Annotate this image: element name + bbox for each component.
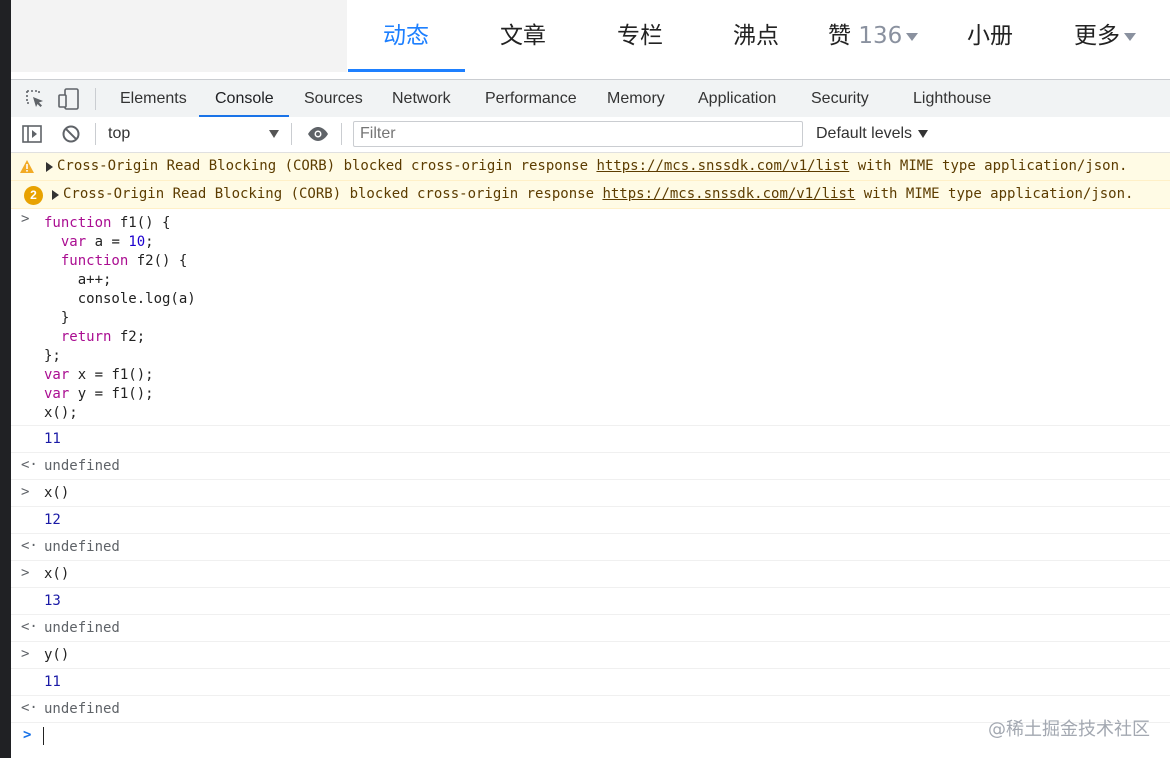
result-arrow-icon: <·	[21, 538, 38, 554]
devtools-tabbar: Elements Console Sources Network Perform…	[11, 79, 1170, 119]
context-label: top	[108, 125, 131, 142]
console-input-entry: > y()	[11, 642, 1170, 669]
console-log-entry: 13	[11, 588, 1170, 615]
input-chevron-icon: >	[21, 484, 30, 500]
log-value: 11	[44, 431, 61, 447]
nav-item-booklets[interactable]: 小册	[967, 0, 1013, 72]
warning-link[interactable]: https://mcs.snssdk.com/v1/list	[596, 158, 849, 174]
expand-arrow-icon[interactable]	[52, 190, 59, 200]
dropdown-arrow-icon	[269, 130, 279, 138]
tab-security[interactable]: Security	[811, 80, 869, 118]
tab-memory[interactable]: Memory	[607, 80, 665, 118]
tab-lighthouse[interactable]: Lighthouse	[913, 80, 991, 118]
tab-sources[interactable]: Sources	[304, 80, 363, 118]
log-levels-dropdown[interactable]: Default levels	[816, 121, 929, 147]
input-chevron-icon: >	[21, 646, 30, 662]
warning-text: Cross-Origin Read Blocking (CORB) blocke…	[63, 186, 603, 202]
nav-likes-count: 136	[858, 23, 903, 49]
site-nav: 动态 文章 专栏 沸点 赞 136 小册 更多	[11, 0, 1170, 72]
eye-icon[interactable]	[307, 126, 329, 147]
console-log-entry: 12	[11, 507, 1170, 534]
result-value: undefined	[44, 539, 120, 555]
device-toolbar-icon[interactable]	[57, 87, 81, 116]
tab-console[interactable]: Console	[215, 80, 274, 118]
console-result-entry: <· undefined	[11, 615, 1170, 642]
nav-active-underline	[348, 69, 465, 72]
nav-more-label: 更多	[1074, 23, 1120, 49]
warning-tail: with MIME type application/json.	[849, 158, 1128, 174]
tab-application[interactable]: Application	[698, 80, 776, 118]
tab-elements[interactable]: Elements	[120, 80, 187, 118]
console-result-entry: <· undefined	[11, 453, 1170, 480]
inspect-element-icon[interactable]	[24, 88, 46, 115]
console-log-entry: 11	[11, 669, 1170, 696]
nav-blank-area	[11, 0, 347, 72]
console-result-entry: <· undefined	[11, 534, 1170, 561]
result-value: undefined	[44, 458, 120, 474]
nav-likes-label: 赞	[828, 23, 851, 49]
input-code: function f1() { var a = 10; function f2(…	[44, 215, 196, 421]
chevron-down-icon	[1124, 32, 1136, 41]
log-levels-label: Default levels	[816, 125, 913, 142]
repeat-count-badge: 2	[24, 186, 43, 205]
console-toolbar: top Default levels	[11, 117, 1170, 153]
result-arrow-icon: <·	[21, 700, 38, 716]
tab-network[interactable]: Network	[392, 80, 451, 118]
context-selector[interactable]: top	[97, 121, 283, 147]
console-input-entry: > function f1() { var a = 10; function f…	[11, 209, 1170, 426]
text-cursor	[43, 727, 44, 745]
dropdown-arrow-icon	[918, 129, 929, 138]
filter-input[interactable]	[353, 121, 803, 147]
warning-message: Cross-Origin Read Blocking (CORB) blocke…	[63, 181, 1133, 208]
toolbar-divider	[291, 123, 292, 145]
warning-icon	[19, 159, 35, 178]
console-output: Cross-Origin Read Blocking (CORB) blocke…	[11, 153, 1170, 758]
log-value: 11	[44, 674, 61, 690]
log-value: 13	[44, 593, 61, 609]
nav-item-columns[interactable]: 专栏	[617, 0, 663, 72]
result-value: undefined	[44, 620, 120, 636]
nav-item-pins[interactable]: 沸点	[733, 0, 779, 72]
left-edge	[0, 0, 11, 758]
expand-arrow-icon[interactable]	[46, 162, 53, 172]
input-code: x()	[44, 485, 70, 501]
toolbar-divider	[341, 123, 342, 145]
toolbar-divider	[95, 123, 96, 145]
tabbar-divider	[95, 88, 96, 110]
console-input-entry: > x()	[11, 480, 1170, 507]
input-code: x()	[44, 566, 70, 582]
log-value: 12	[44, 512, 61, 528]
input-chevron-icon: >	[21, 211, 30, 227]
input-code: y()	[44, 647, 70, 663]
console-input-entry: > x()	[11, 561, 1170, 588]
nav-item-articles[interactable]: 文章	[500, 0, 546, 72]
input-chevron-icon: >	[21, 565, 30, 581]
warning-tail: with MIME type application/json.	[855, 186, 1134, 202]
nav-item-likes[interactable]: 赞 136	[828, 0, 919, 72]
tab-performance[interactable]: Performance	[485, 80, 577, 118]
warning-link[interactable]: https://mcs.snssdk.com/v1/list	[602, 186, 855, 202]
sidebar-toggle-icon[interactable]	[22, 125, 42, 148]
nav-item-more[interactable]: 更多	[1074, 0, 1136, 72]
result-arrow-icon: <·	[21, 619, 38, 635]
watermark: @稀土掘金技术社区	[988, 719, 1150, 740]
warning-message: Cross-Origin Read Blocking (CORB) blocke…	[57, 153, 1127, 180]
console-warning-grouped: 2 Cross-Origin Read Blocking (CORB) bloc…	[11, 181, 1170, 209]
console-warning: Cross-Origin Read Blocking (CORB) blocke…	[11, 153, 1170, 181]
clear-console-icon[interactable]	[61, 124, 81, 149]
nav-item-dynamics[interactable]: 动态	[383, 0, 429, 72]
prompt-chevron-icon: >	[23, 727, 32, 743]
console-log-entry: 11	[11, 426, 1170, 453]
chevron-down-icon	[906, 32, 919, 41]
result-arrow-icon: <·	[21, 457, 38, 473]
warning-text: Cross-Origin Read Blocking (CORB) blocke…	[57, 158, 597, 174]
